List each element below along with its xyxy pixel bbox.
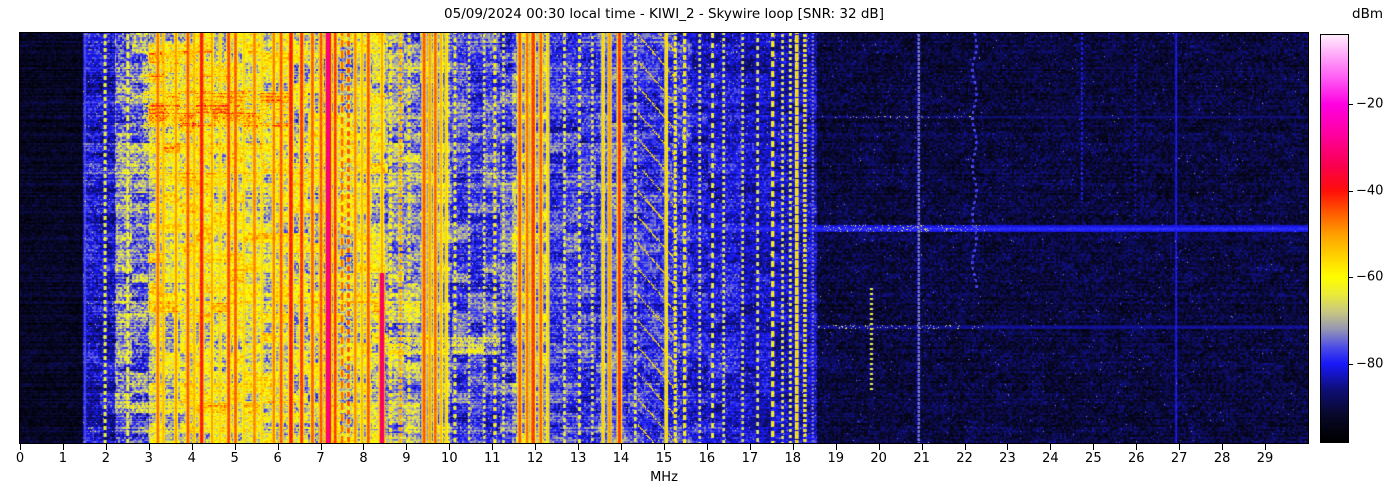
x-tick-label: 28	[1213, 451, 1231, 466]
x-tick-label: 13	[569, 451, 587, 466]
x-tick-label: 0	[15, 451, 25, 466]
x-tick	[191, 444, 193, 450]
x-tick-label: 5	[230, 451, 239, 466]
x-tick-label: 24	[1042, 451, 1059, 466]
x-tick	[148, 444, 150, 450]
x-tick-label: 27	[1170, 451, 1188, 466]
x-tick	[1179, 444, 1181, 450]
x-tick-label: 16	[698, 451, 716, 466]
x-tick-label: 21	[913, 451, 930, 466]
x-tick	[320, 444, 322, 450]
x-tick	[1265, 444, 1267, 450]
colorbar-tick-label: −20	[1356, 96, 1384, 112]
x-tick-label: 29	[1256, 451, 1274, 466]
x-tick-label: 9	[402, 451, 411, 466]
x-tick	[234, 444, 236, 450]
colorbar-title: dBm	[1352, 6, 1383, 22]
colorbar-tick	[1349, 190, 1353, 192]
x-tick-label: 3	[144, 451, 153, 466]
x-tick-label: 8	[359, 451, 368, 466]
x-tick-label: 14	[612, 451, 630, 466]
x-tick	[535, 444, 537, 450]
x-tick	[749, 444, 751, 450]
x-tick-label: 25	[1085, 451, 1102, 466]
colorbar-tick-label: −40	[1356, 183, 1384, 199]
x-tick-label: 10	[441, 451, 458, 466]
x-tick	[363, 444, 365, 450]
x-tick	[878, 444, 880, 450]
colorbar-canvas	[1321, 35, 1348, 442]
x-tick	[706, 444, 708, 450]
x-tick	[921, 444, 923, 450]
x-tick-label: 26	[1127, 451, 1145, 466]
x-tick	[792, 444, 794, 450]
x-tick	[406, 444, 408, 450]
spectrogram-figure: 05/09/2024 00:30 local time - KIWI_2 - S…	[0, 0, 1400, 500]
x-tick	[105, 444, 107, 450]
x-tick	[277, 444, 279, 450]
x-tick-label: 23	[999, 451, 1016, 466]
x-tick-label: 18	[784, 451, 802, 466]
x-tick	[1136, 444, 1138, 450]
x-tick-label: 1	[58, 451, 68, 466]
x-tick	[1093, 444, 1095, 450]
x-tick	[20, 444, 21, 450]
x-tick-label: 11	[483, 451, 501, 466]
x-tick	[835, 444, 837, 450]
x-tick	[449, 444, 451, 450]
x-tick-label: 15	[655, 451, 673, 466]
x-tick	[1007, 444, 1009, 450]
colorbar-tick-label: −60	[1356, 269, 1384, 285]
x-tick	[1050, 444, 1052, 450]
x-tick-label: 20	[870, 451, 887, 466]
x-tick-label: 12	[526, 451, 544, 466]
x-tick	[621, 444, 623, 450]
x-tick-label: 17	[741, 451, 759, 466]
x-tick-label: 6	[273, 451, 282, 466]
colorbar	[1320, 34, 1349, 443]
spectrogram-canvas	[20, 33, 1308, 443]
x-tick-label: 2	[101, 451, 110, 466]
colorbar-tick	[1349, 104, 1353, 106]
x-axis-title: MHz	[650, 470, 678, 485]
chart-title: 05/09/2024 00:30 local time - KIWI_2 - S…	[444, 6, 884, 22]
spectrogram-plot	[19, 32, 1309, 444]
x-tick	[1222, 444, 1224, 450]
x-tick	[62, 444, 64, 450]
x-tick	[664, 444, 665, 450]
x-tick-label: 4	[187, 451, 196, 466]
x-tick-label: 19	[827, 451, 844, 466]
colorbar-tick-label: −80	[1356, 356, 1384, 372]
colorbar-tick	[1349, 277, 1353, 279]
colorbar-tick	[1349, 364, 1353, 366]
x-tick	[964, 444, 966, 450]
x-tick-label: 22	[956, 451, 973, 466]
x-tick-label: 7	[316, 451, 325, 466]
x-tick	[492, 444, 494, 450]
x-tick	[578, 444, 580, 450]
